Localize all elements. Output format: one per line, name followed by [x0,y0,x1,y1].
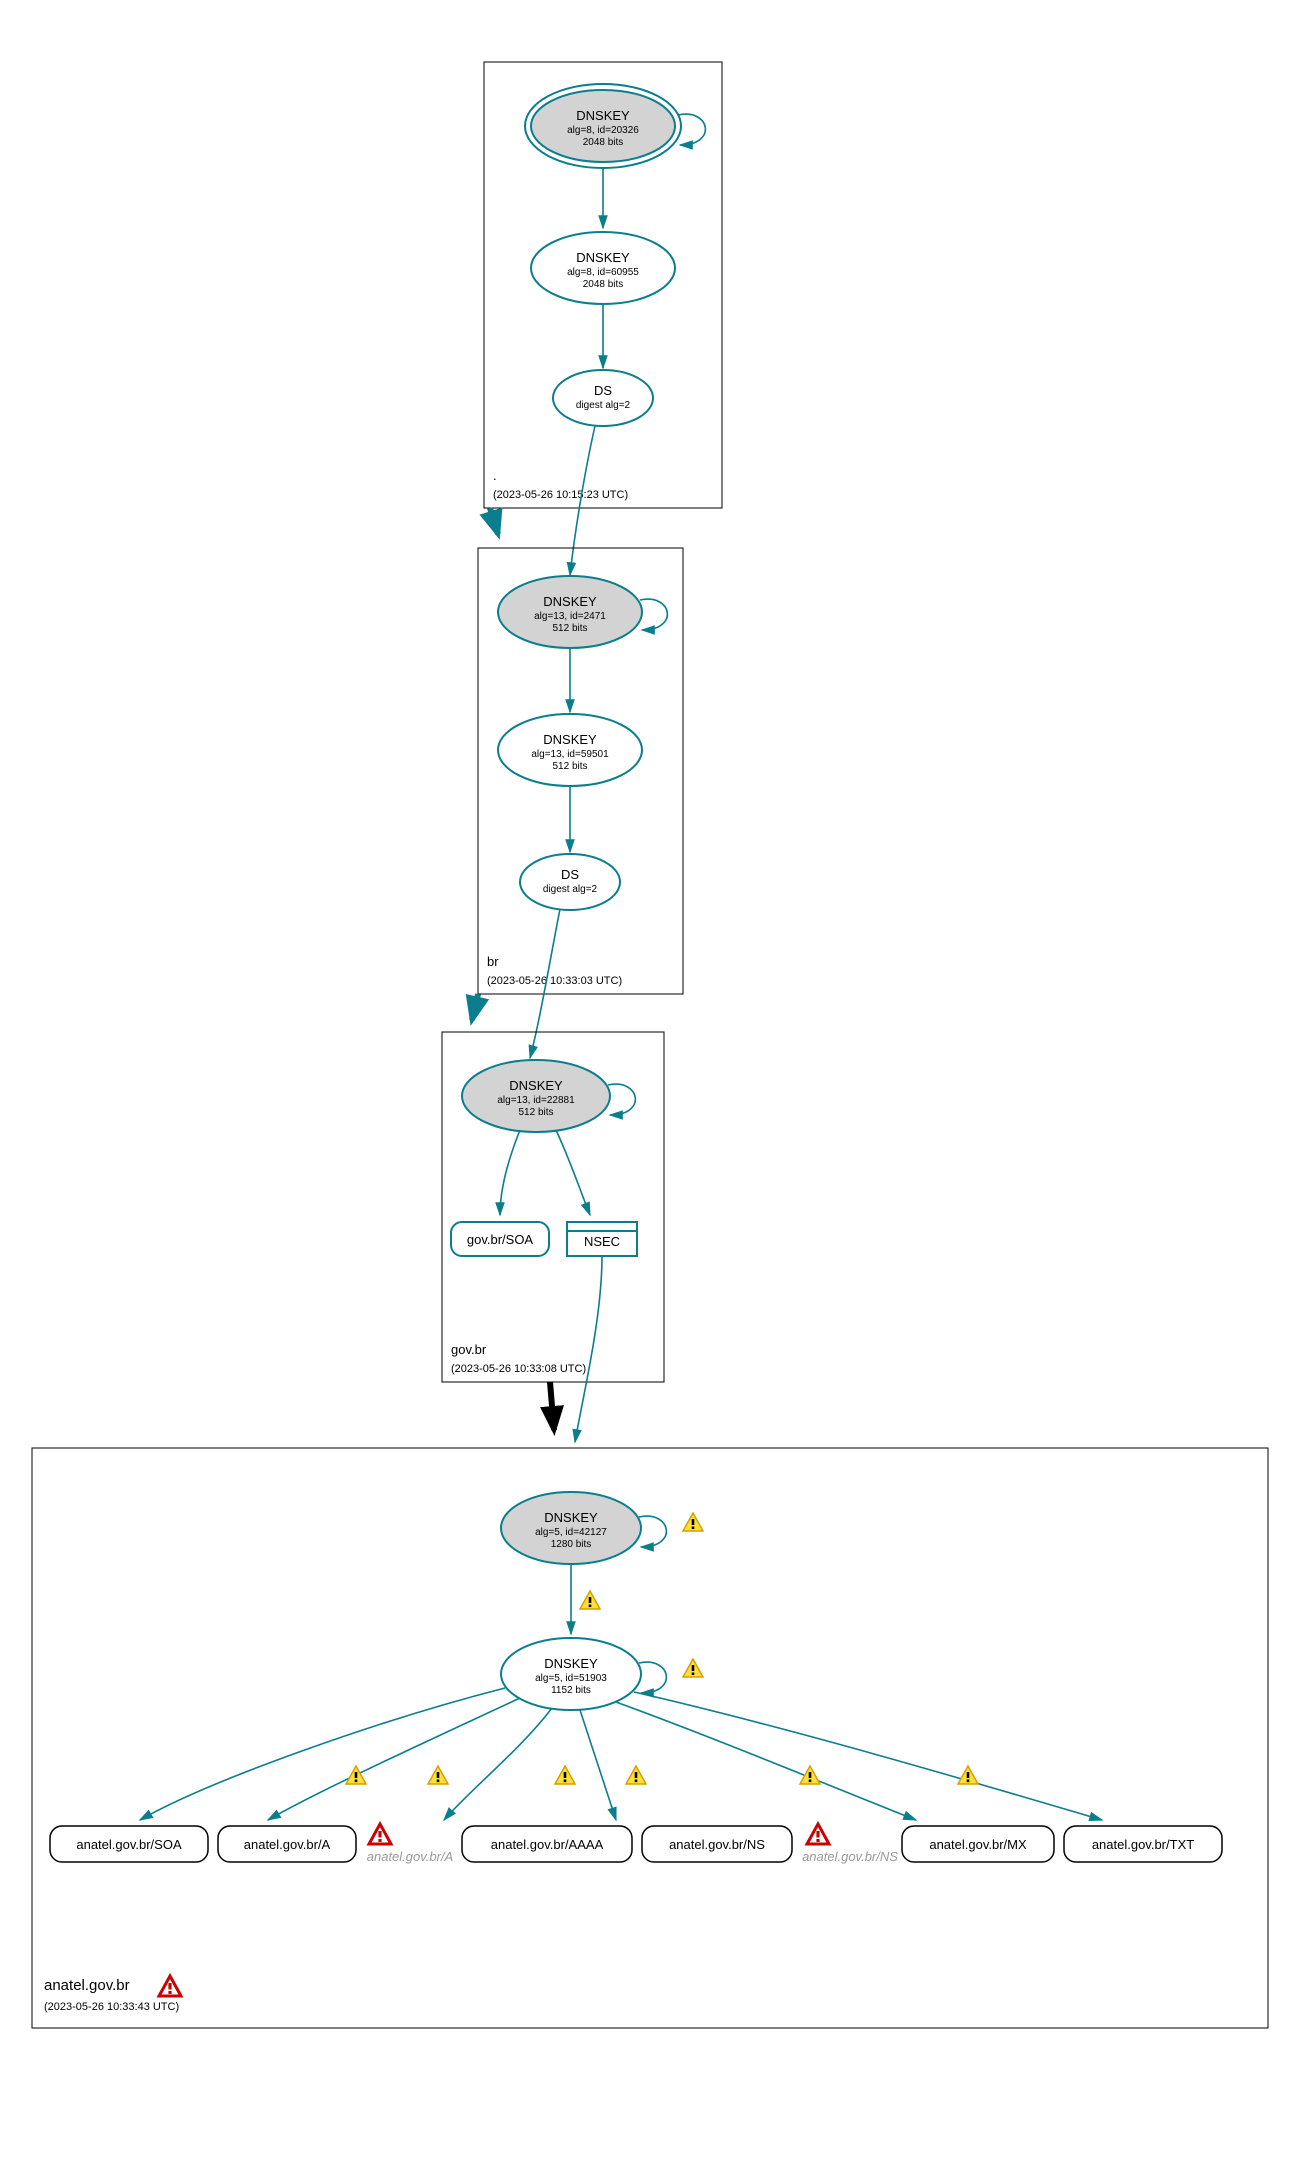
self-sign-arc [640,599,667,630]
zone-anatel-timestamp: (2023-05-26 10:33:43 UTC) [44,2001,179,2013]
node-br-ds: DS digest alg=2 [520,854,620,910]
edge-anatel-a [268,1698,520,1820]
warning-icon [555,1766,575,1784]
warning-icon [346,1766,366,1784]
self-sign-arc [678,114,705,145]
zone-anatel: anatel.gov.br (2023-05-26 10:33:43 UTC) … [32,1448,1268,2028]
edge-zone-br-govbr [472,994,478,1020]
edge-anatel-mx [616,1702,916,1820]
warning-icon [428,1766,448,1784]
edge-anatel-ns [580,1710,616,1820]
rrset-a-ghost: anatel.gov.br/A [367,1824,453,1864]
svg-text:DNSKEY: DNSKEY [544,1510,598,1525]
svg-text:alg=8, id=20326: alg=8, id=20326 [567,125,639,136]
zone-govbr-timestamp: (2023-05-26 10:33:08 UTC) [451,1363,586,1375]
node-anatel-ksk: DNSKEY alg=5, id=42127 1280 bits [501,1492,703,1564]
svg-text:DNSKEY: DNSKEY [544,1656,598,1671]
svg-text:anatel.gov.br/NS: anatel.gov.br/NS [669,1837,765,1852]
zone-br-timestamp: (2023-05-26 10:33:03 UTC) [487,975,622,987]
svg-text:alg=13, id=2471: alg=13, id=2471 [534,611,606,622]
svg-text:NSEC: NSEC [584,1234,620,1249]
svg-text:anatel.gov.br/TXT: anatel.gov.br/TXT [1092,1837,1194,1852]
warning-icon [683,1659,703,1677]
svg-text:DS: DS [594,383,612,398]
svg-text:1152 bits: 1152 bits [551,1685,591,1696]
zone-root: . (2023-05-26 10:15:23 UTC) DNSKEY alg=8… [484,62,722,508]
rrset-ns-ghost: anatel.gov.br/NS [802,1824,898,1864]
dnssec-graph: . (2023-05-26 10:15:23 UTC) DNSKEY alg=8… [0,0,1300,2183]
svg-text:1280 bits: 1280 bits [551,1539,592,1550]
svg-text:DS: DS [561,867,579,882]
zone-root-label: . [493,468,497,483]
svg-text:DNSKEY: DNSKEY [576,250,630,265]
warning-icon [958,1766,978,1784]
self-sign-arc [608,1084,635,1115]
svg-text:512 bits: 512 bits [518,1107,553,1118]
svg-text:anatel.gov.br/A: anatel.gov.br/A [367,1849,453,1864]
error-icon [159,1976,181,1996]
edge-zone-root-br [490,508,498,534]
svg-text:anatel.gov.br/MX: anatel.gov.br/MX [929,1837,1027,1852]
node-br-zsk: DNSKEY alg=13, id=59501 512 bits [498,714,642,786]
rrset-ns: anatel.gov.br/NS [642,1826,792,1862]
node-br-ksk: DNSKEY alg=13, id=2471 512 bits [498,576,667,648]
svg-text:alg=13, id=59501: alg=13, id=59501 [531,749,609,760]
svg-text:512 bits: 512 bits [552,761,587,772]
edge-govbr-ksk-nsec [556,1130,590,1215]
svg-text:alg=5, id=42127: alg=5, id=42127 [535,1527,607,1538]
zone-govbr-label: gov.br [451,1342,487,1357]
zone-br-label: br [487,954,499,969]
svg-text:gov.br/SOA: gov.br/SOA [467,1232,534,1247]
svg-text:DNSKEY: DNSKEY [576,108,630,123]
rrset-a: anatel.gov.br/A [218,1826,356,1862]
node-root-zsk: DNSKEY alg=8, id=60955 2048 bits [531,232,675,304]
edge-anatel-aaaa [444,1708,552,1820]
svg-text:alg=13, id=22881: alg=13, id=22881 [497,1095,575,1106]
svg-text:alg=8, id=60955: alg=8, id=60955 [567,267,639,278]
self-sign-arc [639,1662,666,1693]
edge-anatel-soa [140,1688,505,1820]
warning-icon [683,1513,703,1531]
svg-text:512 bits: 512 bits [552,623,587,634]
svg-text:alg=5, id=51903: alg=5, id=51903 [535,1673,607,1684]
svg-text:anatel.gov.br/AAAA: anatel.gov.br/AAAA [491,1837,604,1852]
edge-govbr-nsec-anatel [575,1256,602,1442]
svg-text:2048 bits: 2048 bits [583,279,624,290]
svg-text:anatel.gov.br/SOA: anatel.gov.br/SOA [76,1837,182,1852]
warning-icon [580,1591,600,1609]
svg-text:digest alg=2: digest alg=2 [543,884,598,895]
error-icon [369,1824,391,1844]
svg-text:2048 bits: 2048 bits [583,137,624,148]
zone-br: br (2023-05-26 10:33:03 UTC) DNSKEY alg=… [478,548,683,994]
svg-text:digest alg=2: digest alg=2 [576,400,631,411]
warning-icon [626,1766,646,1784]
svg-text:anatel.gov.br/A: anatel.gov.br/A [244,1837,331,1852]
zone-govbr: gov.br (2023-05-26 10:33:08 UTC) DNSKEY … [442,1032,664,1382]
node-govbr-nsec: NSEC [567,1222,637,1256]
zone-root-timestamp: (2023-05-26 10:15:23 UTC) [493,489,628,501]
rrset-mx: anatel.gov.br/MX [902,1826,1054,1862]
node-root-ds: DS digest alg=2 [553,370,653,426]
svg-text:DNSKEY: DNSKEY [509,1078,563,1093]
node-root-ksk: DNSKEY alg=8, id=20326 2048 bits [525,84,705,168]
svg-text:DNSKEY: DNSKEY [543,594,597,609]
svg-text:anatel.gov.br/NS: anatel.gov.br/NS [802,1849,898,1864]
error-icon [807,1824,829,1844]
svg-text:DNSKEY: DNSKEY [543,732,597,747]
rrset-soa: anatel.gov.br/SOA [50,1826,208,1862]
node-anatel-zsk: DNSKEY alg=5, id=51903 1152 bits [501,1638,703,1710]
node-govbr-ksk: DNSKEY alg=13, id=22881 512 bits [462,1060,635,1132]
edge-zone-govbr-anatel-black [550,1382,554,1430]
rrset-txt: anatel.gov.br/TXT [1064,1826,1222,1862]
node-govbr-soa: gov.br/SOA [451,1222,549,1256]
self-sign-arc [639,1516,666,1547]
rrset-aaaa: anatel.gov.br/AAAA [462,1826,632,1862]
edge-govbr-ksk-soa [500,1130,520,1215]
zone-anatel-label: anatel.gov.br [44,1977,130,1994]
